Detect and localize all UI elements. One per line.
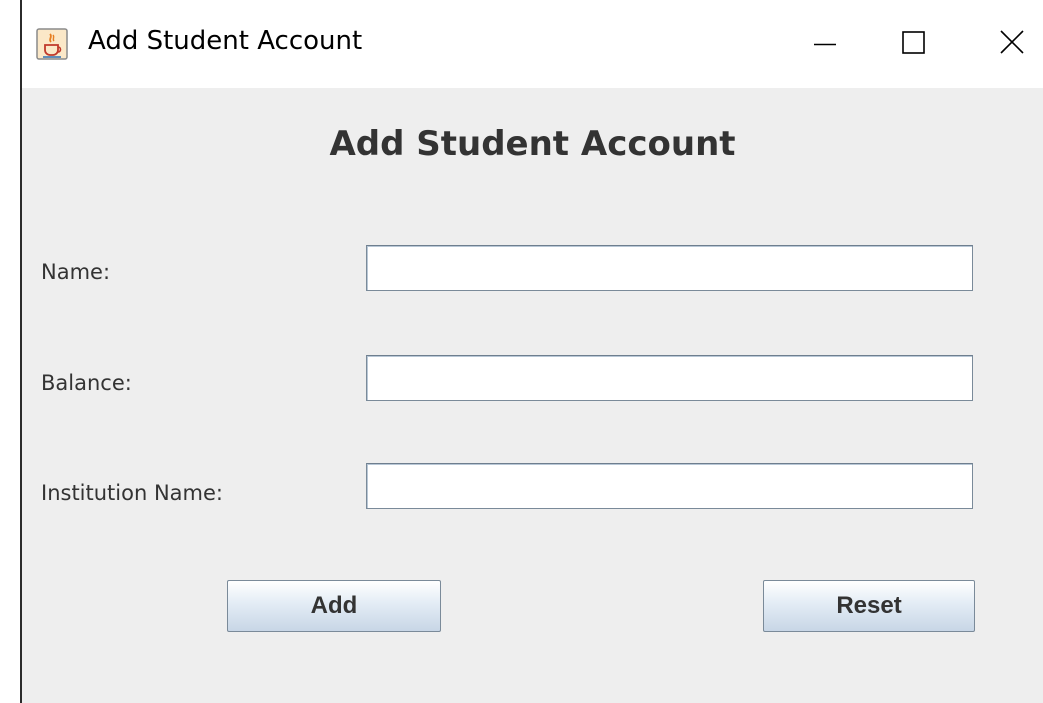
window-title: Add Student Account: [88, 26, 363, 56]
institution-name-label: Institution Name:: [41, 481, 223, 505]
reset-button[interactable]: Reset: [763, 580, 975, 632]
form-heading: Add Student Account: [329, 124, 736, 164]
minimize-button[interactable]: [782, 0, 872, 88]
name-label: Name:: [41, 260, 111, 284]
maximize-button[interactable]: [872, 0, 962, 88]
close-button[interactable]: [962, 0, 1043, 88]
balance-field[interactable]: [366, 355, 973, 401]
form-panel: Add Student Account Name: Balance: Insti…: [22, 88, 1043, 703]
app-window: Add Student Account Add Student Account …: [20, 0, 1043, 703]
add-button[interactable]: Add: [227, 580, 441, 632]
title-bar[interactable]: Add Student Account: [22, 0, 1043, 88]
java-cup-icon: [36, 28, 68, 60]
name-field[interactable]: [366, 245, 973, 291]
institution-name-field[interactable]: [366, 463, 973, 509]
balance-label: Balance:: [41, 371, 132, 395]
